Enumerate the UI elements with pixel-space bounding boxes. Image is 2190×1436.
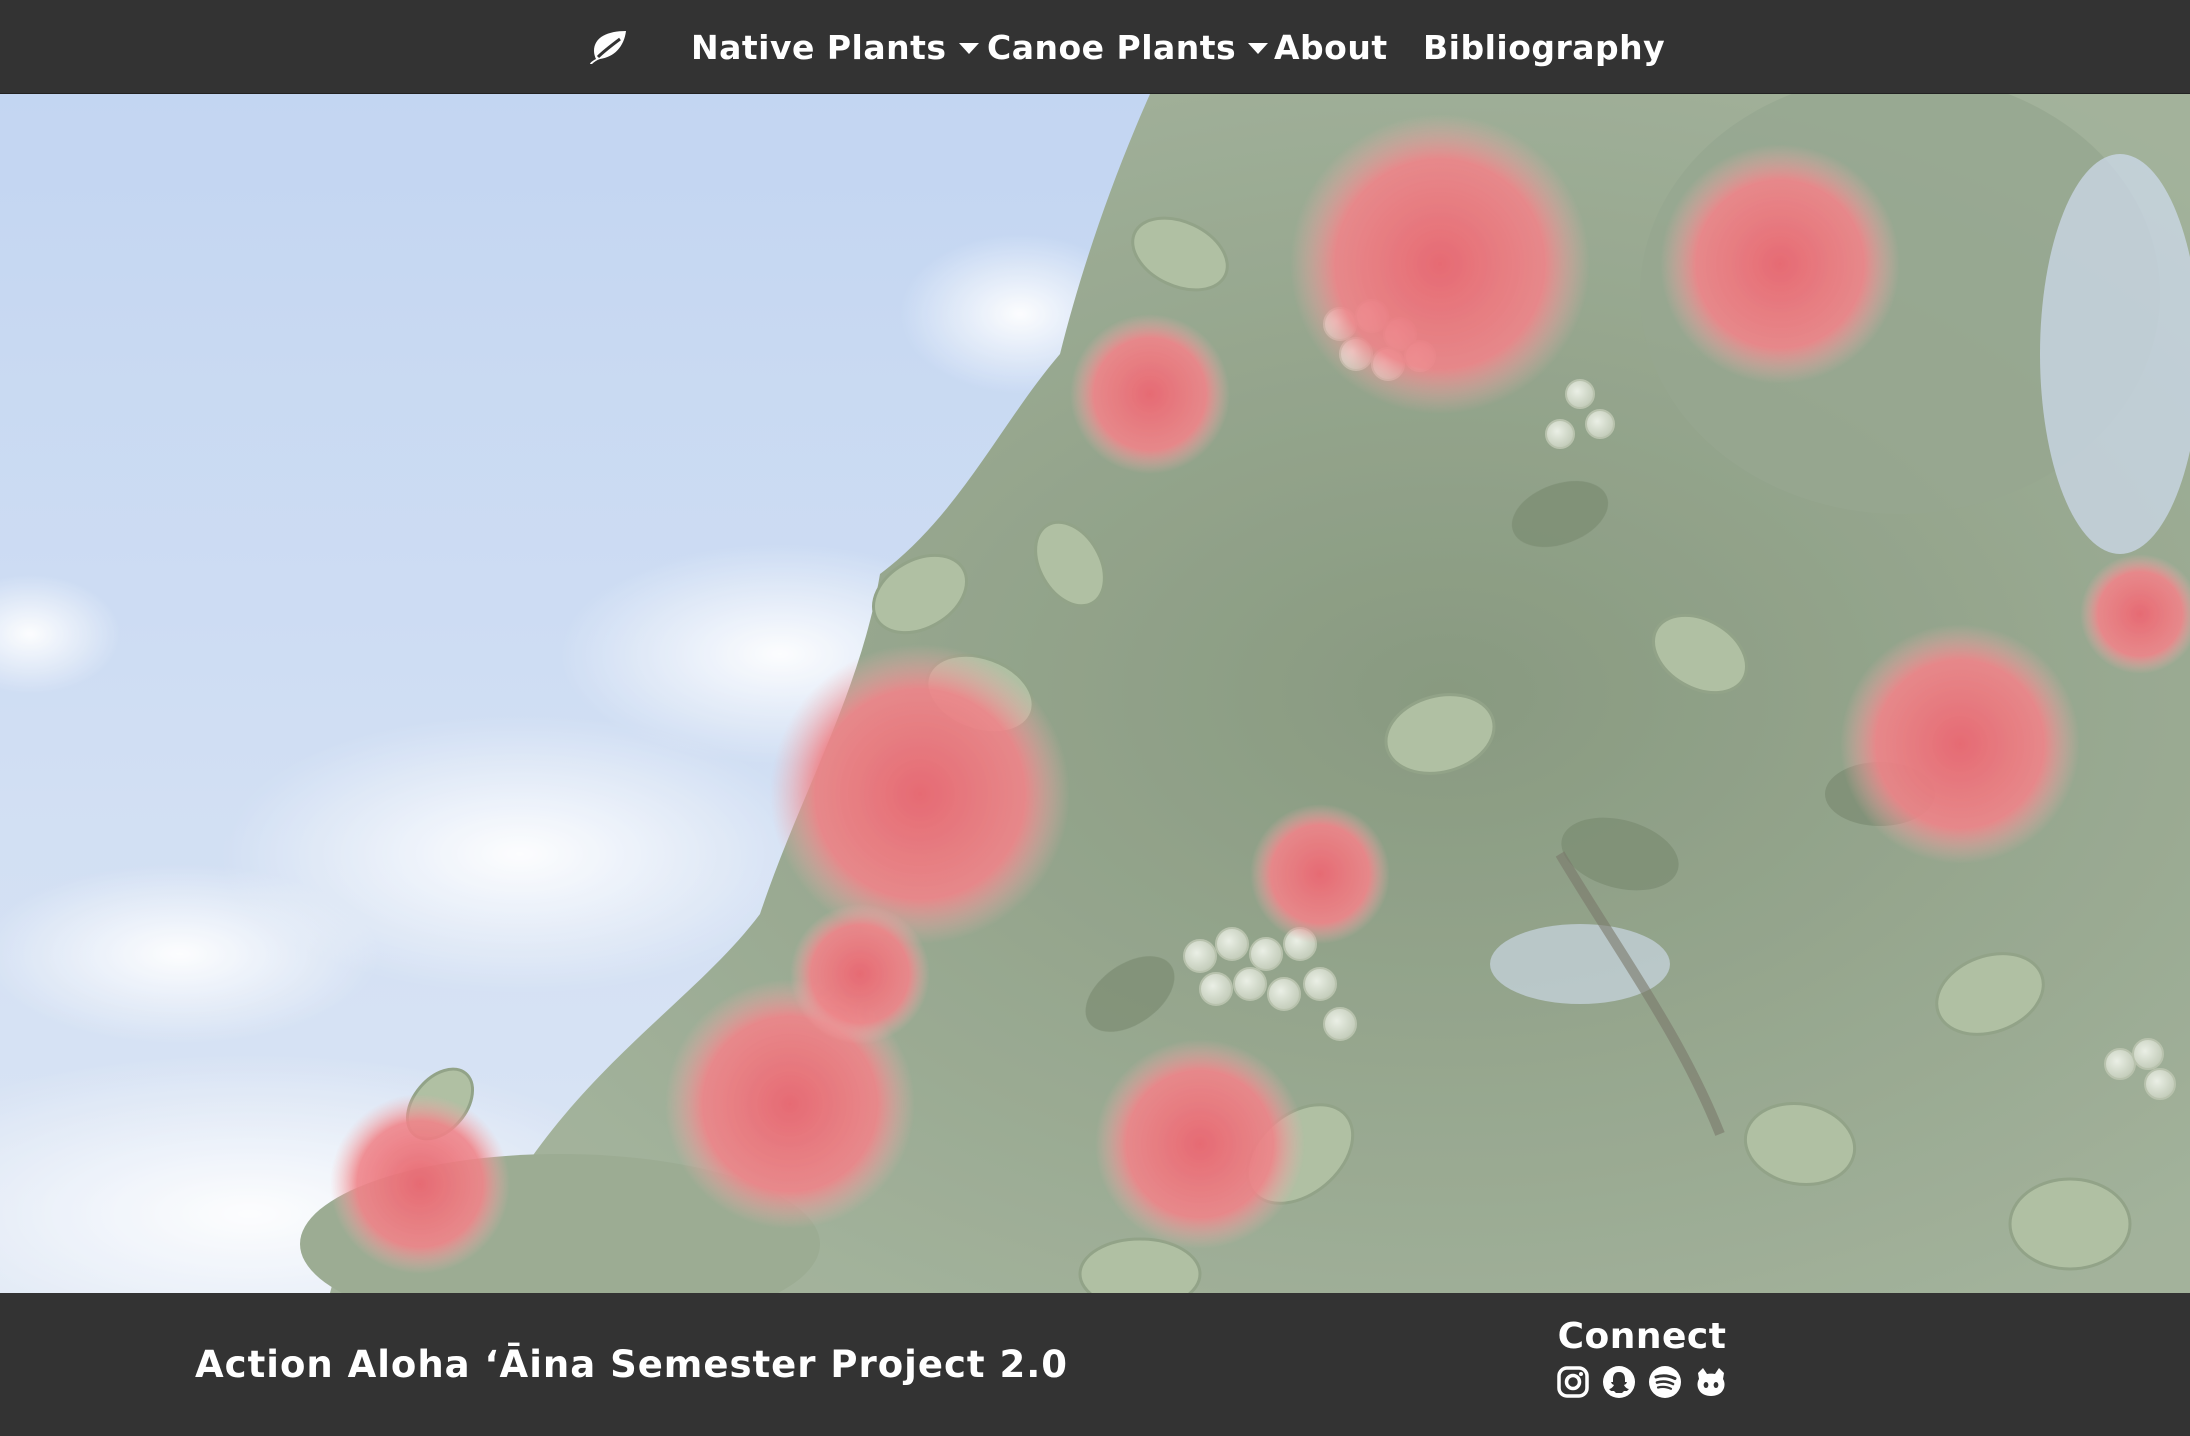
- top-navbar: Native Plants Canoe Plants About Bibliog…: [0, 0, 2190, 94]
- caret-down-icon: [958, 42, 979, 54]
- site-footer: Action Aloha ʻĀina Semester Project 2.0 …: [0, 1293, 2190, 1436]
- nav-canoe-plants-label: Canoe Plants: [987, 27, 1237, 67]
- github-icon[interactable]: [1694, 1365, 1728, 1399]
- snapchat-icon[interactable]: [1602, 1365, 1636, 1399]
- nav-native-plants-dropdown[interactable]: Native Plants: [691, 0, 979, 94]
- connect-section: Connect: [1530, 1315, 1754, 1399]
- nav-bibliography-link[interactable]: Bibliography: [1423, 0, 1665, 94]
- nav-about-link[interactable]: About: [1274, 0, 1388, 94]
- home-leaf-link[interactable]: [588, 0, 628, 94]
- nav-canoe-plants-dropdown[interactable]: Canoe Plants: [987, 0, 1269, 94]
- caret-down-icon: [1248, 42, 1269, 54]
- social-links: [1530, 1365, 1754, 1399]
- hero-image-ohia-lehua: [0, 94, 2190, 1293]
- connect-heading: Connect: [1557, 1316, 1727, 1357]
- spotify-icon[interactable]: [1648, 1365, 1682, 1399]
- footer-project-title: Action Aloha ʻĀina Semester Project 2.0: [195, 1343, 1068, 1386]
- nav-native-plants-label: Native Plants: [691, 27, 947, 67]
- instagram-icon[interactable]: [1556, 1365, 1590, 1399]
- leaf-icon: [590, 31, 626, 64]
